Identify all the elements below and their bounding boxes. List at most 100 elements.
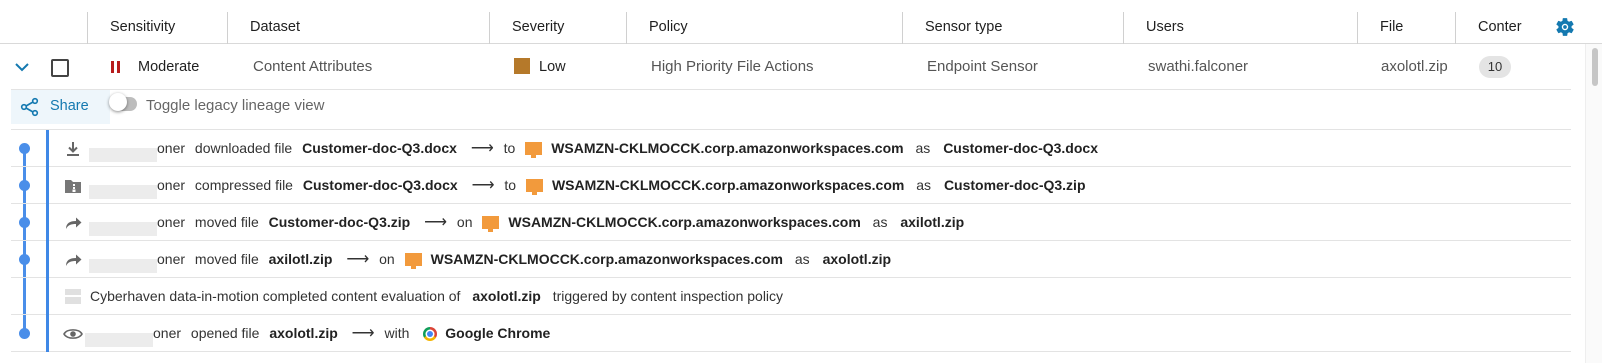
file-value: axolotl.zip bbox=[1381, 58, 1448, 75]
download-icon bbox=[67, 142, 79, 156]
move-arrow-icon bbox=[66, 254, 82, 266]
event-result-file[interactable]: axilotl.zip bbox=[900, 204, 964, 241]
event-preposition: on bbox=[456, 214, 473, 230]
sensor-type-value: Endpoint Sensor bbox=[927, 58, 1038, 75]
redacted-username bbox=[89, 184, 157, 199]
event-description: oner compressed file Customer-doc-Q3.doc… bbox=[89, 167, 1086, 204]
redacted-username bbox=[89, 147, 157, 162]
event-description: oner downloaded file Customer-doc-Q3.doc… bbox=[89, 130, 1098, 167]
event-host[interactable]: WSAMZN-CKLMOCCK.corp.amazonworkspaces.co… bbox=[508, 204, 860, 241]
column-header-file[interactable]: File bbox=[1358, 0, 1455, 44]
event-host[interactable]: WSAMZN-CKLMOCCK.corp.amazonworkspaces.co… bbox=[551, 130, 903, 167]
event-accent-bar bbox=[46, 130, 49, 167]
event-as-label: as bbox=[916, 177, 932, 193]
event-action: opened file bbox=[190, 325, 260, 341]
arrow-right-icon: ⟶ bbox=[424, 214, 448, 231]
event-action: downloaded file bbox=[194, 140, 293, 156]
event-user: oner bbox=[157, 177, 186, 193]
computer-icon bbox=[404, 253, 422, 269]
timeline-dot bbox=[19, 217, 30, 228]
event-preposition: on bbox=[379, 251, 395, 267]
vertical-scrollbar[interactable] bbox=[1585, 44, 1602, 363]
event-description: oner moved file axilotl.zip ⟶ on WSAMZN-… bbox=[89, 241, 891, 278]
table-row[interactable]: Moderate Content Attributes Low High Pri… bbox=[11, 44, 1571, 90]
arrow-right-icon: ⟶ bbox=[471, 177, 495, 194]
event-action: compressed file bbox=[194, 177, 293, 193]
event-accent-bar bbox=[46, 278, 49, 315]
column-header-dataset[interactable]: Dataset bbox=[228, 0, 489, 44]
severity-color-icon bbox=[514, 58, 530, 74]
gear-icon[interactable] bbox=[1554, 16, 1576, 38]
event-result-file[interactable]: Customer-doc-Q3.zip bbox=[944, 167, 1086, 204]
share-button[interactable]: Share bbox=[11, 90, 110, 124]
chrome-icon bbox=[423, 327, 438, 341]
lineage-event[interactable]: oner compressed file Customer-doc-Q3.doc… bbox=[11, 167, 1571, 204]
arrow-right-icon: ⟶ bbox=[346, 251, 370, 268]
event-file[interactable]: Customer-doc-Q3.docx bbox=[303, 167, 458, 204]
lineage-event[interactable]: oner moved file axilotl.zip ⟶ on WSAMZN-… bbox=[11, 241, 1571, 278]
lineage-event[interactable]: oner opened file axolotl.zip ⟶ with Goog… bbox=[11, 315, 1571, 352]
event-result-file[interactable]: axolotl.zip bbox=[823, 241, 891, 278]
row-checkbox[interactable] bbox=[51, 59, 69, 77]
computer-icon bbox=[525, 179, 543, 195]
event-user: oner bbox=[157, 214, 186, 230]
computer-icon bbox=[525, 142, 543, 158]
arrow-right-icon: ⟶ bbox=[470, 140, 494, 157]
share-label: Share bbox=[50, 98, 89, 114]
redacted-username bbox=[89, 258, 157, 273]
lineage-toolbar: Share Toggle legacy lineage view bbox=[11, 90, 1571, 130]
policy-value: High Priority File Actions bbox=[651, 58, 814, 75]
event-action: moved file bbox=[194, 251, 259, 267]
event-result-file[interactable]: Customer-doc-Q3.docx bbox=[943, 130, 1098, 167]
event-preposition: with bbox=[384, 325, 410, 341]
event-host[interactable]: WSAMZN-CKLMOCCK.corp.amazonworkspaces.co… bbox=[552, 167, 904, 204]
column-header-policy[interactable]: Policy bbox=[627, 0, 902, 44]
event-user: oner bbox=[157, 251, 186, 267]
toggle-label: Toggle legacy lineage view bbox=[146, 97, 325, 114]
timeline-dot bbox=[19, 254, 30, 265]
table-header: Sensitivity Dataset Severity Policy Sens… bbox=[0, 0, 1602, 44]
lineage-event[interactable]: oner downloaded file Customer-doc-Q3.doc… bbox=[11, 130, 1571, 167]
redacted-username bbox=[89, 221, 157, 236]
lineage-event[interactable]: oner moved file Customer-doc-Q3.zip ⟶ on… bbox=[11, 204, 1571, 241]
event-user: oner bbox=[157, 140, 186, 156]
event-file[interactable]: axolotl.zip bbox=[269, 315, 337, 352]
user-value: swathi.falconer bbox=[1148, 58, 1249, 75]
event-text-before: Cyberhaven data-in-motion completed cont… bbox=[90, 288, 461, 304]
event-file[interactable]: Customer-doc-Q3.docx bbox=[302, 130, 457, 167]
evaluation-icon bbox=[65, 289, 81, 304]
event-description: oner opened file axolotl.zip ⟶ with Goog… bbox=[85, 315, 550, 352]
timeline-dot bbox=[19, 328, 30, 339]
column-header-sensor-type[interactable]: Sensor type bbox=[903, 0, 1123, 44]
toggle-knob[interactable] bbox=[109, 93, 127, 111]
column-header-users[interactable]: Users bbox=[1124, 0, 1357, 44]
sensitivity-value: Moderate bbox=[138, 59, 200, 75]
event-as-label: as bbox=[915, 140, 931, 156]
arrow-right-icon: ⟶ bbox=[351, 325, 375, 342]
chevron-down-icon[interactable] bbox=[12, 57, 32, 77]
column-header-severity[interactable]: Severity bbox=[490, 0, 626, 44]
event-text-after: triggered by content inspection policy bbox=[552, 288, 784, 304]
event-preposition: to bbox=[503, 140, 516, 156]
event-host[interactable]: WSAMZN-CKLMOCCK.corp.amazonworkspaces.co… bbox=[431, 241, 783, 278]
move-arrow-icon bbox=[66, 217, 82, 229]
computer-icon bbox=[482, 216, 500, 232]
event-description: Cyberhaven data-in-motion completed cont… bbox=[90, 278, 783, 315]
event-description: oner moved file Customer-doc-Q3.zip ⟶ on… bbox=[89, 204, 964, 241]
column-header-content[interactable]: Conter bbox=[1456, 0, 1524, 44]
timeline-dot bbox=[19, 180, 30, 191]
eye-icon bbox=[63, 329, 83, 339]
event-accent-bar bbox=[46, 315, 49, 352]
event-action: moved file bbox=[194, 214, 259, 230]
event-file[interactable]: Customer-doc-Q3.zip bbox=[269, 204, 411, 241]
lineage-event[interactable]: Cyberhaven data-in-motion completed cont… bbox=[11, 278, 1571, 315]
content-count-badge: 10 bbox=[1479, 56, 1511, 78]
event-file[interactable]: axolotl.zip bbox=[472, 278, 540, 315]
event-app[interactable]: Google Chrome bbox=[445, 315, 550, 352]
timeline-dot bbox=[19, 143, 30, 154]
event-as-label: as bbox=[794, 251, 810, 267]
share-icon bbox=[20, 97, 39, 117]
column-header-sensitivity[interactable]: Sensitivity bbox=[88, 0, 227, 44]
scrollbar-thumb[interactable] bbox=[1592, 48, 1598, 86]
event-file[interactable]: axilotl.zip bbox=[269, 241, 333, 278]
